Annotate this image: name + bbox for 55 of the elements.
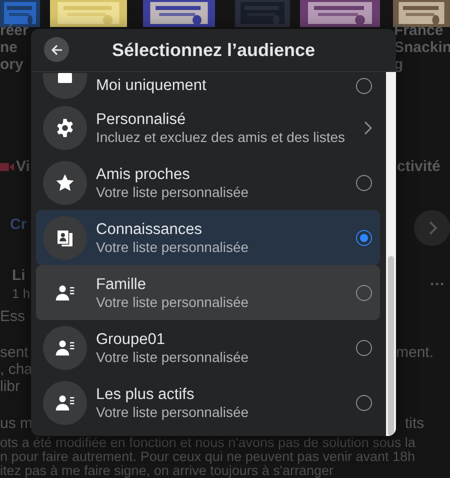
story-label: ory	[0, 56, 24, 73]
post-text: libr	[0, 378, 22, 397]
radio-button[interactable]	[356, 394, 372, 410]
video-icon	[0, 162, 14, 172]
option-label: Groupe01	[96, 330, 166, 348]
more-icon: ···	[430, 276, 445, 293]
option-label: Les plus actifs	[96, 386, 196, 404]
post-text: Ess	[0, 308, 26, 327]
story-label: ne	[0, 39, 19, 56]
contact-book-icon	[55, 228, 75, 248]
audience-option[interactable]: Amis proches Votre liste personnalisée	[36, 155, 380, 210]
audience-option[interactable]: Connaissances Votre liste personnalisée	[36, 210, 380, 265]
post-text: ment.	[396, 344, 434, 361]
back-button[interactable]	[44, 37, 69, 62]
scrollbar[interactable]	[386, 72, 396, 436]
post-text: n pour faire autrement. Pour ceux qui ne peuvent pas venir avant 18h	[0, 450, 416, 464]
story-label: France	[394, 22, 444, 39]
radio-button[interactable]	[356, 340, 372, 356]
option-description: Votre liste personnalisée	[96, 184, 250, 200]
back-arrow-icon	[50, 44, 62, 56]
star-icon	[55, 172, 75, 192]
option-description: Incluez et excluez des amis et des listes	[96, 128, 346, 144]
audience-option[interactable]: Groupe01 Votre liste personnalisée	[36, 320, 380, 375]
gear-icon	[55, 118, 75, 138]
post-time: 1 h	[12, 286, 30, 301]
action-label: ctivité	[397, 158, 440, 175]
radio-button[interactable]	[356, 230, 372, 246]
audience-option[interactable]: Personnalisé Incluez et excluez des amis et des listes	[36, 100, 380, 155]
action-label: Vi	[16, 158, 30, 175]
person-list-icon	[55, 338, 75, 358]
option-label: Amis proches	[96, 166, 191, 184]
radio-button[interactable]	[356, 284, 372, 300]
audience-option[interactable]: Les plus actifs Votre liste personnalisée	[36, 375, 380, 430]
option-description: Votre liste personnalisée	[96, 348, 250, 364]
audience-option[interactable]: Moi uniquement	[36, 72, 380, 100]
story-label: réer	[0, 22, 28, 39]
radio-button[interactable]	[356, 78, 372, 94]
option-label: Moi uniquement	[96, 77, 208, 95]
post-text: sent	[0, 344, 30, 361]
chevron-right-icon	[364, 120, 372, 134]
option-label: Connaissances	[96, 220, 203, 238]
person-list-icon	[55, 282, 75, 302]
post-author: Li	[12, 267, 26, 284]
person-list-icon	[55, 392, 75, 412]
create-label: Cr	[10, 216, 27, 233]
option-description: Votre liste personnalisée	[96, 404, 250, 420]
radio-button[interactable]	[356, 174, 372, 190]
option-label: Personnalisé	[96, 110, 187, 128]
dialog-title: Sélectionnez l’audience	[112, 40, 316, 60]
post-text: tits	[405, 415, 424, 432]
option-description: Votre liste personnalisée	[96, 294, 250, 310]
option-label: Famille	[96, 276, 147, 294]
audience-option[interactable]: Famille Votre liste personnalisée	[36, 265, 380, 320]
post-text: itez pas à me faire signe, on arrive toujours à s'arranger	[0, 464, 334, 478]
option-description: Votre liste personnalisée	[96, 238, 250, 254]
